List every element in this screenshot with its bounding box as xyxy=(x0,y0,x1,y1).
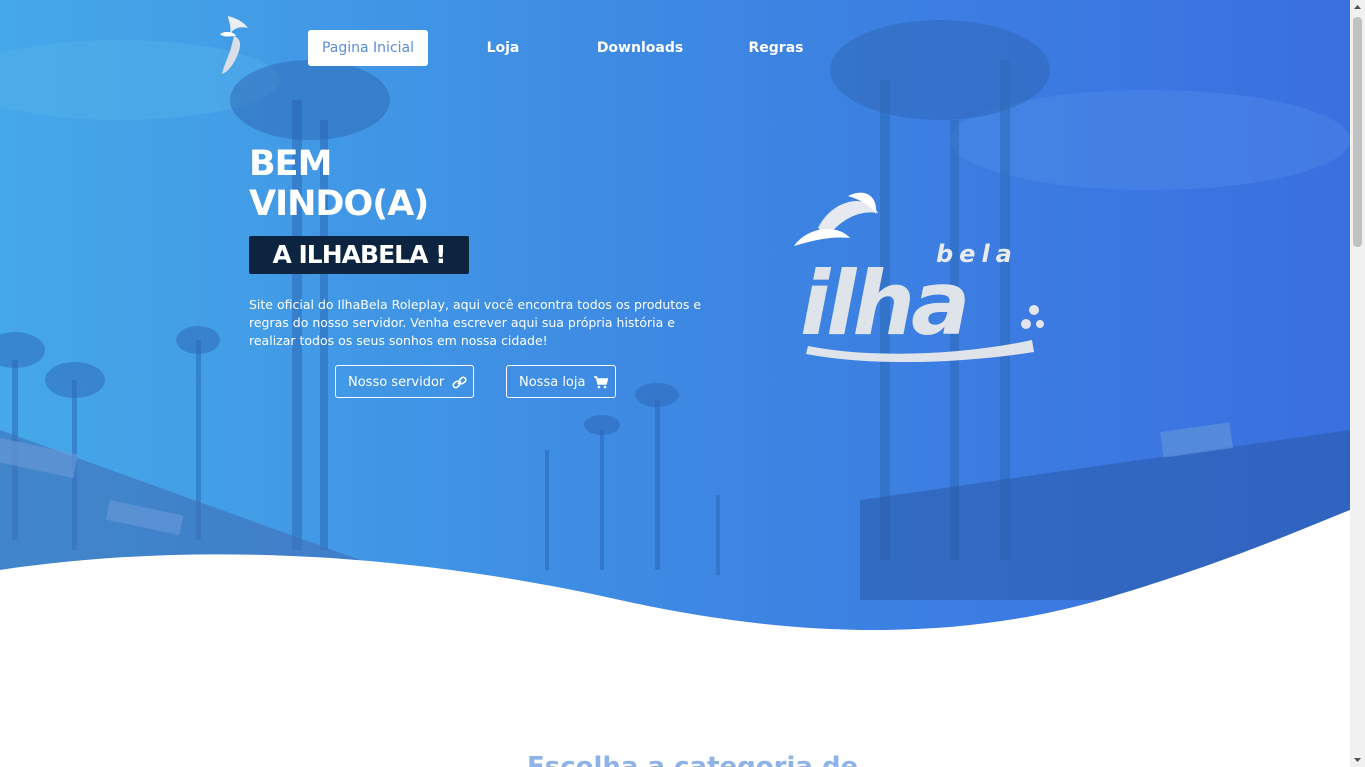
nav-item-regras[interactable]: Regras xyxy=(744,30,808,66)
our-server-button-label: Nosso servidor xyxy=(348,375,445,390)
link-icon xyxy=(452,376,467,389)
hero-description: Site oficial do IlhaBela Roleplay, aqui … xyxy=(249,297,702,348)
logo-ilha-text: ilha xyxy=(800,252,966,355)
page: Pagina Inicial Loja Downloads Regras BEM… xyxy=(0,0,1365,767)
hero-title-badge-text: A ILHABELA ! xyxy=(272,240,446,269)
our-server-button[interactable]: Nosso servidor xyxy=(335,365,474,398)
our-shop-button[interactable]: Nossa loja xyxy=(506,365,616,398)
scrollbar-thumb[interactable] xyxy=(1353,17,1362,247)
scroll-down-arrow-icon[interactable] xyxy=(1350,752,1365,767)
scroll-up-arrow-icon[interactable] xyxy=(1350,0,1365,15)
island-leaf-logo-icon[interactable] xyxy=(214,14,254,76)
hero-section: Pagina Inicial Loja Downloads Regras BEM… xyxy=(0,0,1350,640)
nav-item-pagina-inicial[interactable]: Pagina Inicial xyxy=(308,30,428,66)
hero-title-line1: BEM xyxy=(249,144,332,184)
nav-item-downloads[interactable]: Downloads xyxy=(592,30,688,66)
ilhabela-logo-graphic: bela ilha xyxy=(794,192,1044,363)
category-section-title: Escolha a categoria de xyxy=(527,752,859,767)
cart-icon xyxy=(593,376,609,389)
hero-title-badge: A ILHABELA ! xyxy=(249,236,469,274)
nav-item-loja[interactable]: Loja xyxy=(476,30,530,66)
hero-title-line2: VINDO(A) xyxy=(249,184,429,224)
vertical-scrollbar[interactable] xyxy=(1350,0,1365,767)
hero-wave-divider xyxy=(0,510,1350,640)
our-shop-button-label: Nossa loja xyxy=(519,375,586,390)
